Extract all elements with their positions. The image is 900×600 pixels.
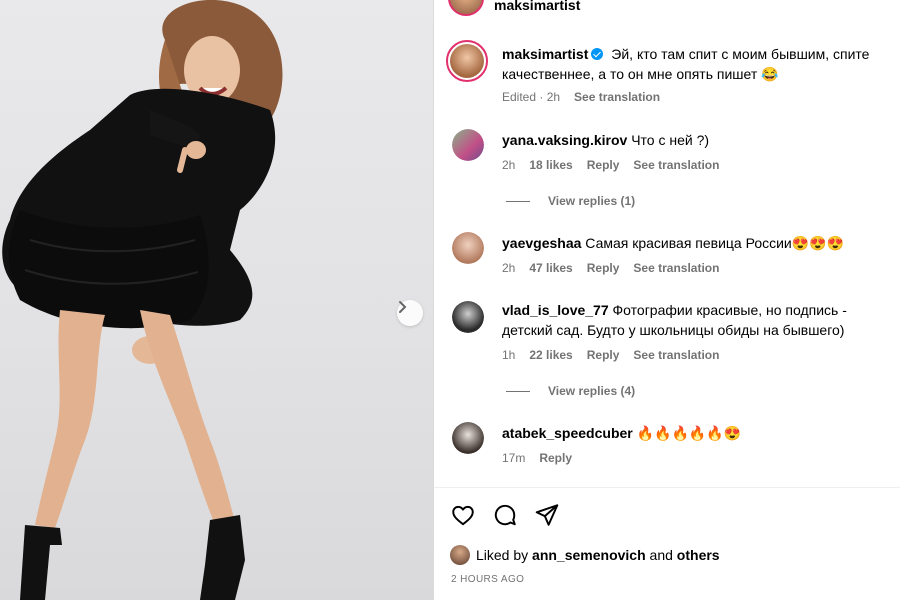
caption-meta: Edited · 2h See translation	[502, 90, 660, 104]
comment-avatar[interactable]	[452, 232, 484, 264]
photo-illustration	[2, 0, 283, 600]
header-avatar[interactable]	[448, 0, 484, 16]
replies-line	[506, 390, 530, 392]
liked-by: Liked by ann_semenovich and others	[450, 545, 720, 565]
comment-time: 1h	[502, 348, 516, 362]
comments-panel: maksimartist maksimartist Эй, кто там сп…	[434, 0, 900, 600]
comment-meta: 1h 22 likes Reply See translation	[502, 348, 719, 362]
caption: maksimartist Эй, кто там спит с моим быв…	[502, 44, 892, 84]
heart-icon[interactable]	[450, 502, 476, 528]
post-photo[interactable]	[0, 0, 433, 600]
caption-avatar[interactable]	[446, 40, 488, 82]
liked-by-avatar[interactable]	[450, 545, 470, 565]
verified-badge-icon	[591, 48, 604, 60]
comment-item: yaevgeshaa Самая красивая певица России😍…	[502, 233, 892, 253]
comment-text: 🔥🔥🔥🔥🔥😍	[636, 425, 742, 441]
comment-text: Самая красивая певица России😍😍😍	[585, 235, 845, 251]
see-translation-button[interactable]: See translation	[633, 158, 719, 172]
caption-username[interactable]: maksimartist	[502, 46, 588, 62]
comment-time: 2h	[502, 158, 516, 172]
liked-by-prefix: Liked by	[476, 547, 529, 563]
liked-by-user[interactable]: ann_semenovich	[532, 547, 646, 563]
comment-item: vlad_is_love_77 Фотографии красивые, но …	[502, 300, 882, 340]
reply-button[interactable]: Reply	[587, 158, 620, 172]
caption-time: Edited · 2h	[502, 90, 561, 104]
comment-username[interactable]: vlad_is_love_77	[502, 302, 609, 318]
comment-item: atabek_speedcuber 🔥🔥🔥🔥🔥😍	[502, 423, 892, 443]
caption-see-translation[interactable]: See translation	[574, 90, 660, 104]
post-header: maksimartist	[448, 0, 580, 16]
reply-button[interactable]: Reply	[587, 348, 620, 362]
chevron-right-icon	[399, 301, 407, 313]
comment-text: Что с ней ?)	[631, 132, 710, 148]
comment-time: 2h	[502, 261, 516, 275]
comment-avatar[interactable]	[452, 301, 484, 333]
comment-username[interactable]: yana.vaksing.kirov	[502, 132, 627, 148]
comment-item: yana.vaksing.kirov Что с ней ?)	[502, 130, 892, 150]
view-replies-button[interactable]: View replies (4)	[506, 384, 635, 398]
comment-likes[interactable]: 18 likes	[529, 158, 572, 172]
view-replies-label: View replies (1)	[548, 194, 636, 208]
see-translation-button[interactable]: See translation	[633, 261, 719, 275]
comment-meta: 2h 47 likes Reply See translation	[502, 261, 719, 275]
comment-username[interactable]: atabek_speedcuber	[502, 425, 633, 441]
comment-meta: 17m Reply	[502, 451, 572, 465]
header-username[interactable]: maksimartist	[494, 0, 580, 13]
liked-by-others[interactable]: others	[677, 547, 720, 563]
view-replies-button[interactable]: View replies (1)	[506, 194, 635, 208]
post-actions	[450, 502, 560, 528]
liked-by-and: and	[649, 547, 673, 563]
carousel-next-button[interactable]	[397, 300, 423, 326]
see-translation-button[interactable]: See translation	[633, 348, 719, 362]
view-replies-label: View replies (4)	[548, 384, 636, 398]
comment-username[interactable]: yaevgeshaa	[502, 235, 581, 251]
reply-button[interactable]: Reply	[539, 451, 572, 465]
actions-divider	[434, 487, 900, 488]
comment-likes[interactable]: 47 likes	[529, 261, 572, 275]
comment-time: 17m	[502, 451, 526, 465]
comment-meta: 2h 18 likes Reply See translation	[502, 158, 719, 172]
reply-button[interactable]: Reply	[587, 261, 620, 275]
comment-avatar[interactable]	[452, 422, 484, 454]
replies-line	[506, 200, 530, 202]
post-timestamp[interactable]: 2 HOURS AGO	[451, 574, 524, 585]
share-icon[interactable]	[534, 502, 560, 528]
comment-likes[interactable]: 22 likes	[529, 348, 572, 362]
comment-icon[interactable]	[492, 502, 518, 528]
comment-avatar[interactable]	[452, 129, 484, 161]
